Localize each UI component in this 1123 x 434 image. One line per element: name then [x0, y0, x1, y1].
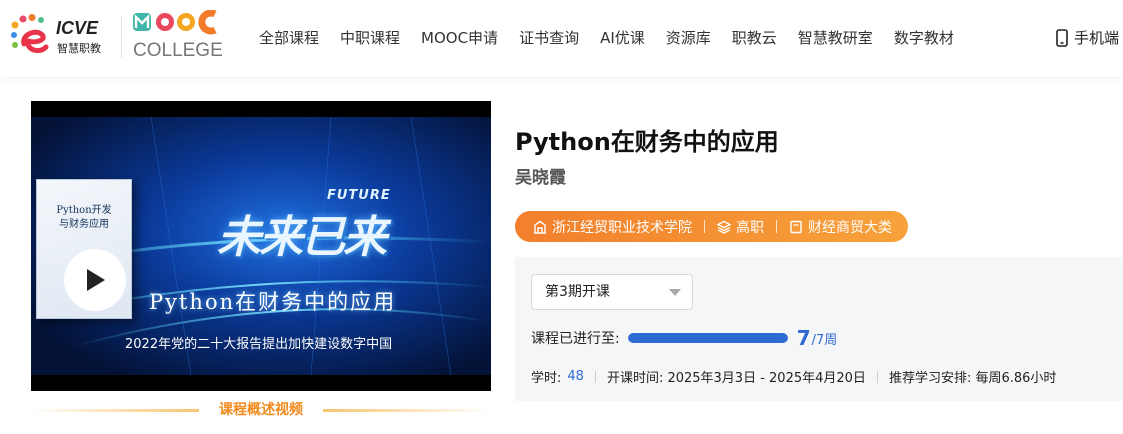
nav-item-mooc-apply[interactable]: MOOC申请 — [421, 28, 498, 48]
mooc-college-logo[interactable]: COLLEGE — [132, 10, 232, 60]
tag-school-label: 浙江经贸职业技术学院 — [552, 219, 692, 236]
textbook-title: Python开发 与财务应用 — [56, 205, 112, 230]
play-icon — [87, 269, 105, 291]
tag-category-label: 财经商贸大类 — [808, 219, 892, 236]
phone-icon — [1056, 29, 1068, 47]
chevron-down-icon — [669, 289, 681, 296]
course-title: Python在财务中的应用 — [515, 128, 779, 156]
play-button[interactable] — [64, 249, 126, 311]
layers-icon — [717, 220, 731, 234]
tag-level-label: 高职 — [736, 219, 764, 236]
term-select[interactable]: 第3期开课 — [531, 274, 693, 310]
icve-logo-subtext: 智慧职教 — [57, 41, 101, 55]
nav-item-digital-textbooks[interactable]: 数字教材 — [894, 28, 954, 48]
overview-video-label: 课程概述视频 — [219, 402, 303, 418]
nav-item-certificate-query[interactable]: 证书查询 — [519, 28, 579, 48]
nav-item-smart-research-room[interactable]: 智慧教研室 — [798, 28, 873, 48]
tag-level[interactable]: 高职 — [717, 217, 764, 237]
main-nav: 全部课程 中职课程 MOOC申请 证书查询 AI优课 资源库 职教云 智慧教研室… — [259, 28, 975, 48]
progress-bar — [627, 333, 788, 343]
meta-separator — [876, 370, 878, 383]
teacher-name[interactable]: 吴晓霞 — [515, 163, 566, 188]
course-meta: 学时: 48 开课时间: 2025年3月3日 - 2025年4月20日 推荐学习… — [531, 367, 1056, 386]
building-icon — [534, 220, 546, 234]
progress-total-weeks: /7周 — [811, 332, 838, 348]
icve-logo-text: ICVE — [56, 18, 99, 38]
mobile-app-label: 手机端 — [1073, 29, 1119, 47]
logo-divider — [121, 16, 122, 58]
progress-current-week: 7 — [796, 326, 811, 350]
nav-item-ai-courses[interactable]: AI优课 — [600, 28, 645, 48]
video-big-title: 未来已来 — [217, 212, 387, 263]
hours-value: 48 — [567, 369, 584, 384]
icve-logo[interactable]: ICVE 智慧职教 — [10, 14, 114, 60]
top-navigation-bar: ICVE 智慧职教 COLLEGE 全部课程 中职课程 MOOC申请 证书查询 … — [0, 0, 1123, 77]
nav-item-all-courses[interactable]: 全部课程 — [259, 28, 319, 48]
nav-item-resource-library[interactable]: 资源库 — [666, 28, 711, 48]
tag-separator — [776, 220, 777, 233]
progress-label: 课程已进行至: — [531, 331, 620, 347]
study-plan: 推荐学习安排: 每周6.86小时 — [888, 371, 1057, 386]
video-caption: 2022年党的二十大报告提出加快建设数字中国 — [125, 337, 393, 352]
course-progress: 课程已进行至: 7 /7周 — [531, 326, 837, 350]
video-frame: Python开发 与财务应用 FUTURE 未来已来 Python在财务中的应用… — [31, 117, 491, 375]
tag-separator — [704, 220, 705, 233]
course-tags: 浙江经贸职业技术学院 高职 财经商贸大类 — [515, 211, 908, 242]
hours-label: 学时: — [531, 371, 562, 386]
nav-item-vocational-cloud[interactable]: 职教云 — [732, 28, 777, 48]
progress-bar-fill — [627, 333, 788, 343]
college-logo-text: COLLEGE — [133, 40, 223, 60]
meta-separator — [594, 370, 596, 383]
video-subtitle: Python在财务中的应用 — [149, 290, 397, 314]
course-schedule: 开课时间: 2025年3月3日 - 2025年4月20日 — [606, 371, 866, 386]
course-intro-video[interactable]: Python开发 与财务应用 FUTURE 未来已来 Python在财务中的应用… — [31, 101, 491, 391]
term-select-value: 第3期开课 — [545, 284, 610, 300]
nav-item-secondary-courses[interactable]: 中职课程 — [340, 28, 400, 48]
tag-category[interactable]: 财经商贸大类 — [789, 217, 892, 237]
mobile-app-link[interactable]: 手机端 — [1056, 28, 1119, 48]
tag-school[interactable]: 浙江经贸职业技术学院 — [533, 217, 692, 237]
course-info-panel: 第3期开课 课程已进行至: 7 /7周 学时: 48 开课时间: 2025年3月… — [515, 257, 1123, 401]
book-icon — [790, 220, 802, 233]
